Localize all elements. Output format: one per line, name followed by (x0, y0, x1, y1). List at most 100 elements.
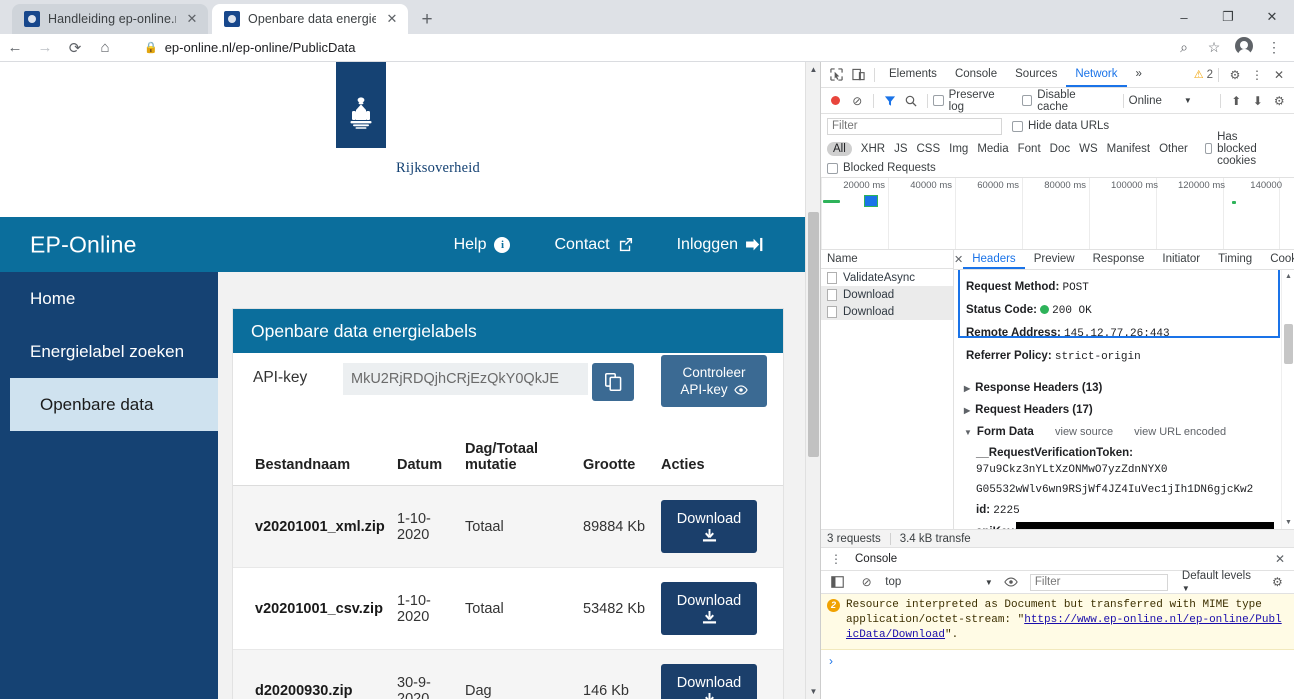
browser-tab-2[interactable]: Openbare data energielabels - EP ✕ (212, 4, 408, 34)
inspect-cursor-icon[interactable] (825, 64, 847, 86)
ep-online-brand[interactable]: EP-Online (30, 231, 137, 258)
close-icon[interactable]: ✕ (1268, 64, 1290, 86)
new-tab-button[interactable]: + (414, 8, 440, 34)
blocked-requests-checkbox[interactable]: Blocked Requests (827, 162, 936, 174)
sidebar-item-home[interactable]: Home (0, 272, 218, 325)
upload-arrow-icon[interactable]: ⬆ (1226, 90, 1247, 112)
close-drawer-icon[interactable]: ✕ (1275, 552, 1288, 566)
scrollbar-thumb[interactable] (808, 212, 819, 457)
download-button[interactable]: Download (661, 582, 757, 635)
copy-api-key-button[interactable] (592, 363, 634, 401)
device-toggle-icon[interactable] (847, 64, 869, 86)
resource-filter-xhr[interactable]: XHR (861, 143, 885, 155)
has-blocked-cookies-checkbox[interactable]: Has blocked cookies (1204, 131, 1278, 167)
request-row-download-1[interactable]: Download (821, 286, 953, 303)
console-sidebar-icon[interactable] (827, 571, 848, 593)
reload-icon[interactable]: ⟳ (60, 39, 90, 57)
nav-link-contact[interactable]: Contact (554, 236, 632, 254)
detail-tab-headers[interactable]: Headers (963, 250, 1025, 269)
browser-tab-1[interactable]: Handleiding ep-online.nl Opvrag ✕ (12, 4, 208, 34)
request-headers-section[interactable]: ▶ Request Headers (17) (954, 399, 1294, 421)
forward-icon[interactable]: → (30, 39, 60, 56)
resource-filter-manifest[interactable]: Manifest (1107, 143, 1150, 155)
clear-icon[interactable]: ⊘ (846, 90, 867, 112)
console-levels-select[interactable]: Default levels ▼ (1182, 570, 1259, 594)
scroll-up-icon[interactable]: ▲ (1282, 270, 1294, 283)
maximize-button[interactable]: ❐ (1206, 0, 1250, 34)
api-key-input[interactable] (343, 363, 588, 395)
network-filter-input[interactable] (827, 117, 1002, 135)
scroll-down-icon[interactable]: ▼ (1282, 516, 1294, 529)
check-api-key-button[interactable]: Controleer API-key (661, 355, 767, 407)
kebab-menu-icon[interactable]: ⋮ (1246, 64, 1268, 86)
resource-filter-all[interactable]: All (827, 141, 852, 156)
page-scrollbar[interactable]: ▲ ▼ (805, 62, 820, 699)
hide-data-urls-checkbox[interactable]: Hide data URLs (1012, 120, 1109, 132)
live-expression-eye-icon[interactable] (1001, 571, 1022, 593)
kebab-menu-icon[interactable]: ⋮ (1260, 39, 1288, 56)
gear-icon[interactable]: ⚙ (1224, 64, 1246, 86)
response-headers-section[interactable]: ▶ Response Headers (13) (954, 377, 1294, 399)
nav-link-inloggen[interactable]: Inloggen (677, 236, 763, 254)
address-bar[interactable]: 🔒 ep-online.nl/ep-online/PublicData (144, 40, 356, 55)
request-row-download-2[interactable]: Download (821, 303, 953, 320)
form-data-section[interactable]: ▼ Form Data view source view URL encoded (954, 421, 1294, 443)
clear-console-icon[interactable]: ⊘ (856, 571, 877, 593)
detail-tab-initiator[interactable]: Initiator (1153, 250, 1209, 269)
record-dot-icon[interactable] (825, 90, 846, 112)
nav-link-help[interactable]: Help i (454, 236, 511, 254)
resource-filter-js[interactable]: JS (894, 143, 907, 155)
detail-tab-timing[interactable]: Timing (1209, 250, 1261, 269)
bookmark-star-icon[interactable]: ☆ (1200, 39, 1228, 56)
console-input-prompt[interactable]: › (821, 650, 1294, 672)
detail-tab-preview[interactable]: Preview (1025, 250, 1084, 269)
close-detail-icon[interactable]: ✕ (954, 253, 963, 266)
download-button[interactable]: Download (661, 500, 757, 553)
network-settings-gear-icon[interactable]: ⚙ (1269, 90, 1290, 112)
profile-avatar-icon[interactable] (1230, 37, 1258, 58)
console-drawer-tab[interactable]: Console (845, 548, 907, 570)
console-context-select[interactable]: top ▼ (885, 576, 993, 588)
back-icon[interactable]: ← (0, 39, 30, 56)
kebab-menu-icon[interactable]: ⋮ (827, 552, 845, 566)
throttling-select[interactable]: Online ▼ (1129, 95, 1215, 107)
devtools-tab-sources[interactable]: Sources (1006, 62, 1066, 87)
scroll-down-icon[interactable]: ▼ (806, 684, 820, 699)
resource-filter-doc[interactable]: Doc (1050, 143, 1070, 155)
resource-filter-other[interactable]: Other (1159, 143, 1188, 155)
console-filter-input[interactable] (1029, 573, 1168, 591)
sidebar-item-openbare-data[interactable]: Openbare data (10, 378, 218, 431)
resource-filter-ws[interactable]: WS (1079, 143, 1098, 155)
close-icon[interactable]: ✕ (384, 11, 400, 27)
download-button[interactable]: Download (661, 664, 757, 699)
close-icon[interactable]: ✕ (184, 11, 200, 27)
detail-tab-cookies[interactable]: Cookies (1261, 250, 1294, 269)
search-icon[interactable] (900, 90, 921, 112)
minimize-button[interactable]: – (1162, 0, 1206, 34)
detail-tab-response[interactable]: Response (1084, 250, 1154, 269)
devtools-tab-network[interactable]: Network (1066, 62, 1127, 87)
console-settings-gear-icon[interactable]: ⚙ (1267, 571, 1288, 593)
sidebar-item-energielabel-zoeken[interactable]: Energielabel zoeken (0, 325, 218, 378)
resource-filter-css[interactable]: CSS (916, 143, 940, 155)
scroll-up-icon[interactable]: ▲ (806, 62, 820, 77)
download-arrow-icon[interactable]: ⬇ (1247, 90, 1268, 112)
preserve-log-checkbox[interactable]: Preserve log (932, 89, 1012, 113)
resource-filter-img[interactable]: Img (949, 143, 968, 155)
close-window-button[interactable]: ✕ (1250, 0, 1294, 34)
devtools-tab-elements[interactable]: Elements (880, 62, 946, 87)
devtools-more-tabs-icon[interactable]: » (1127, 62, 1151, 87)
network-overview-timeline[interactable]: 20000 ms 40000 ms 60000 ms 80000 ms 1000… (821, 178, 1294, 250)
home-icon[interactable]: ⌂ (90, 39, 120, 56)
filter-funnel-icon[interactable] (879, 90, 900, 112)
resource-filter-font[interactable]: Font (1018, 143, 1041, 155)
view-url-encoded-link[interactable]: view URL encoded (1134, 426, 1226, 438)
request-row-validateasync[interactable]: ValidateAsync (821, 269, 953, 286)
disable-cache-checkbox[interactable]: Disable cache (1021, 89, 1108, 113)
zoom-icon[interactable]: ⌕ (1170, 39, 1198, 56)
detail-scrollbar[interactable]: ▲ ▼ (1281, 270, 1294, 529)
devtools-tab-console[interactable]: Console (946, 62, 1006, 87)
devtools-warning-count[interactable]: ⚠ 2 (1194, 68, 1213, 82)
view-source-link[interactable]: view source (1055, 426, 1113, 438)
console-warning-message[interactable]: 2 Resource interpreted as Document but t… (821, 594, 1294, 650)
